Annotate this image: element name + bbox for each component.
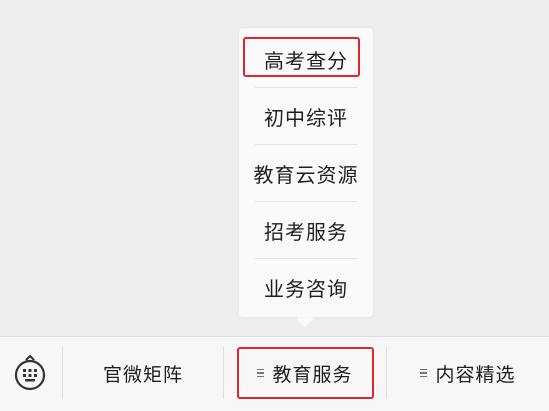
menu-item-label: 业务咨询 [264, 277, 348, 301]
menu-item-edu-cloud[interactable]: 教育云资源 [239, 145, 373, 202]
submenu-popup: 高考查分 初中综评 教育云资源 招考服务 业务咨询 [239, 28, 373, 317]
tab-label: 教育服务 [272, 363, 353, 386]
menu-item-label: 初中综评 [264, 106, 348, 130]
tab-label: 内容精选 [435, 363, 516, 386]
menu-item-label: 高考查分 [264, 49, 348, 73]
menu-item-exam-services[interactable]: 招考服务 [239, 202, 373, 259]
tab-education-services[interactable]: 教育服务 [224, 349, 386, 397]
tab-official-matrix[interactable]: 官微矩阵 [63, 349, 223, 397]
keyboard-toggle-button[interactable] [11, 353, 49, 393]
tab-label: 官微矩阵 [102, 363, 183, 386]
tab-content-selection[interactable]: 内容精选 [387, 349, 549, 397]
keyboard-icon [14, 354, 46, 391]
bottom-menu-bar: 官微矩阵 教育服务 内容精选 [0, 336, 549, 411]
menu-item-label: 教育云资源 [253, 163, 359, 187]
submenu-icon [420, 369, 428, 377]
menu-item-gaokao-score[interactable]: 高考查分 [239, 31, 373, 88]
menu-item-label: 招考服务 [264, 220, 348, 244]
menu-item-business-inquiry[interactable]: 业务咨询 [239, 259, 373, 316]
submenu-icon [257, 369, 265, 377]
menu-item-junior-evaluation[interactable]: 初中综评 [239, 88, 373, 145]
